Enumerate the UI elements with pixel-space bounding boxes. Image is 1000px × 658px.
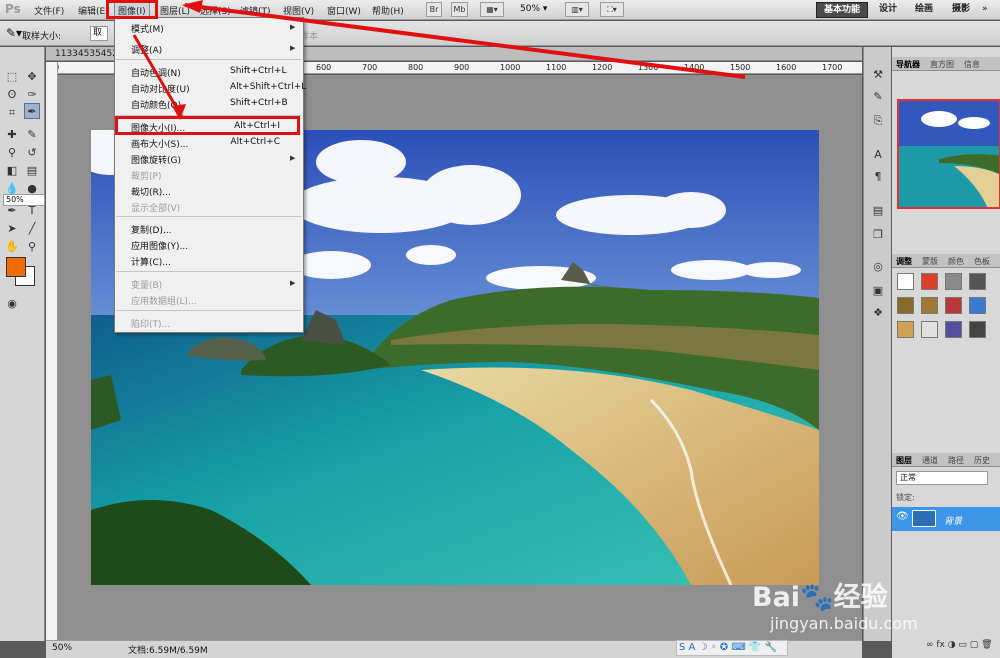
baidu-watermark-url: jingyan.baidu.com [770,614,918,633]
annotation-arrows [132,0,746,120]
ime-toolbar[interactable]: S A ☽ ◦ ✪ ⌨ 👕 🔧 [676,640,788,656]
baidu-watermark: Bai🐾经验 [752,582,888,613]
